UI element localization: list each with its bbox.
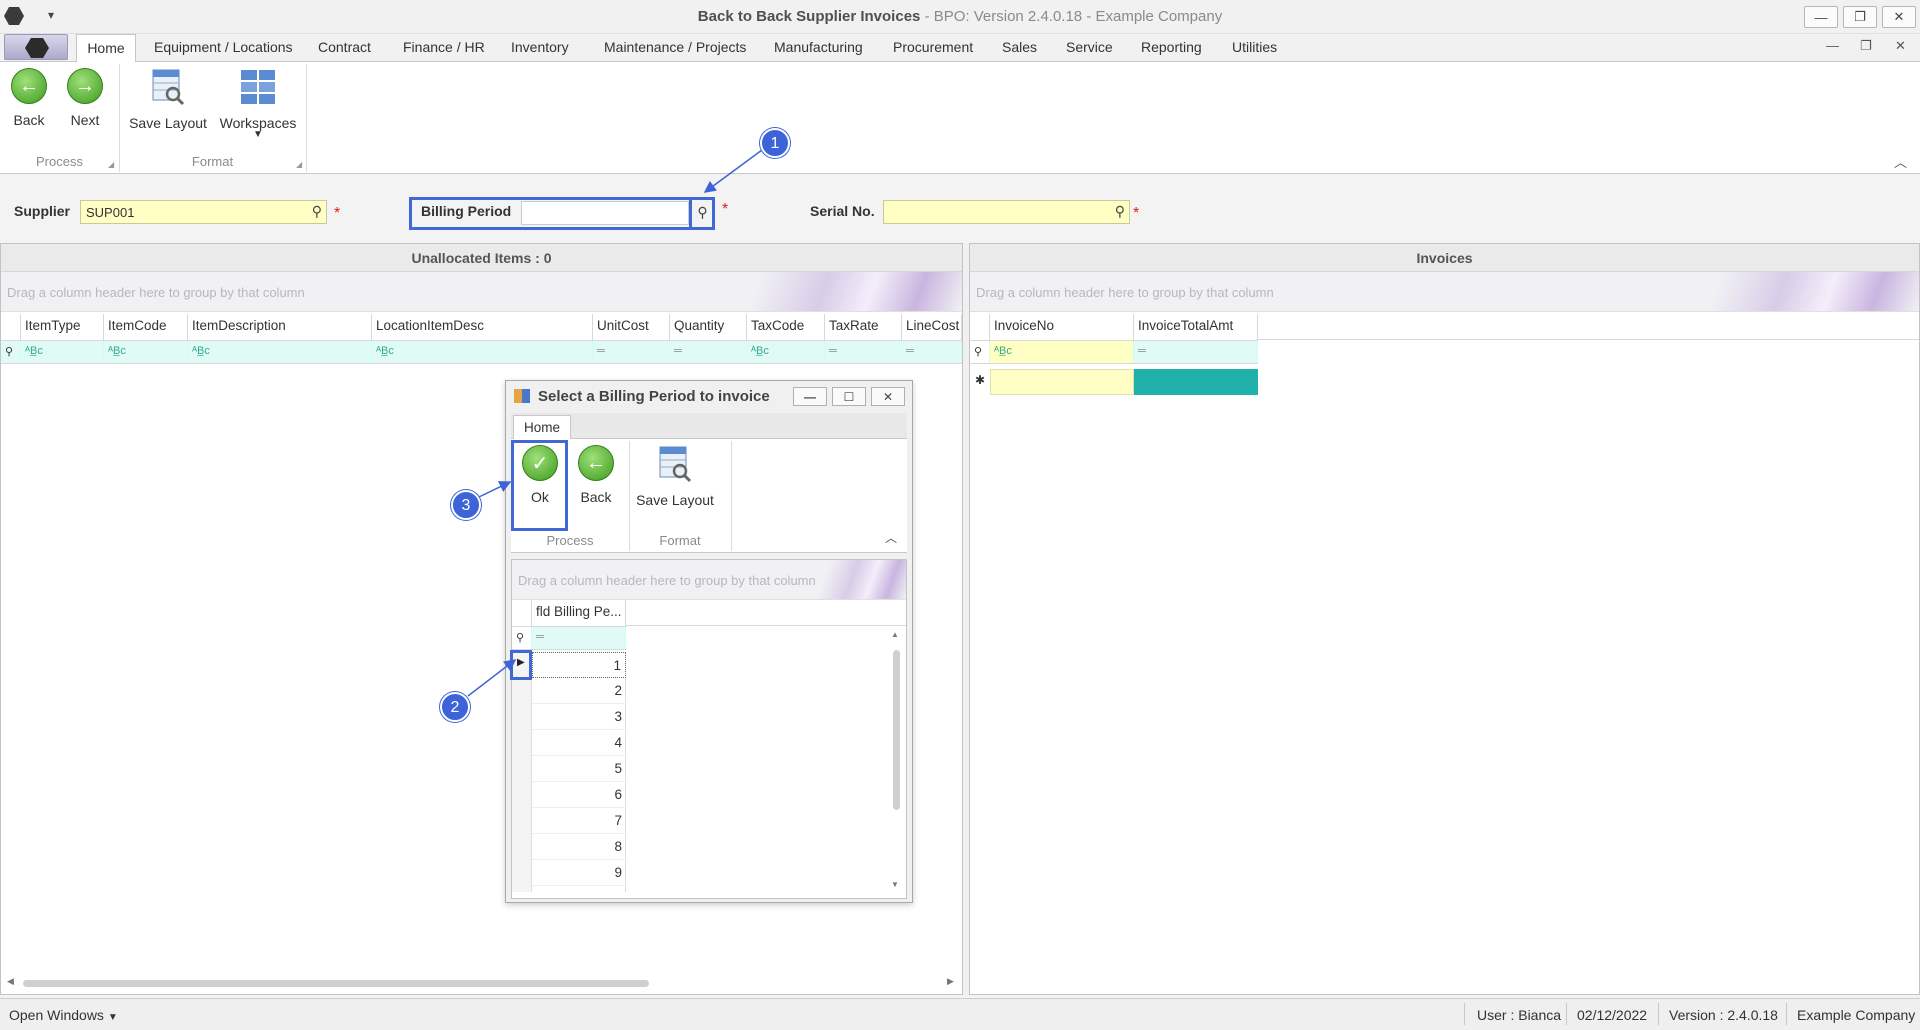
status-version: Version : 2.4.0.18 (1669, 1007, 1778, 1023)
status-bar: Open Windows ▼ User : Bianca 02/12/2022 … (0, 998, 1920, 1030)
callout-2: 2 (440, 692, 470, 722)
status-date: 02/12/2022 (1577, 1007, 1648, 1023)
status-user: User : Bianca (1477, 1007, 1562, 1023)
callout-arrows (467, 149, 763, 697)
callout-1: 1 (760, 128, 790, 158)
callout-3: 3 (451, 490, 481, 520)
open-windows-menu[interactable]: Open Windows ▼ (9, 1007, 118, 1023)
chevron-down-icon: ▼ (107, 1012, 118, 1023)
status-company: Example Company (1797, 1007, 1916, 1023)
